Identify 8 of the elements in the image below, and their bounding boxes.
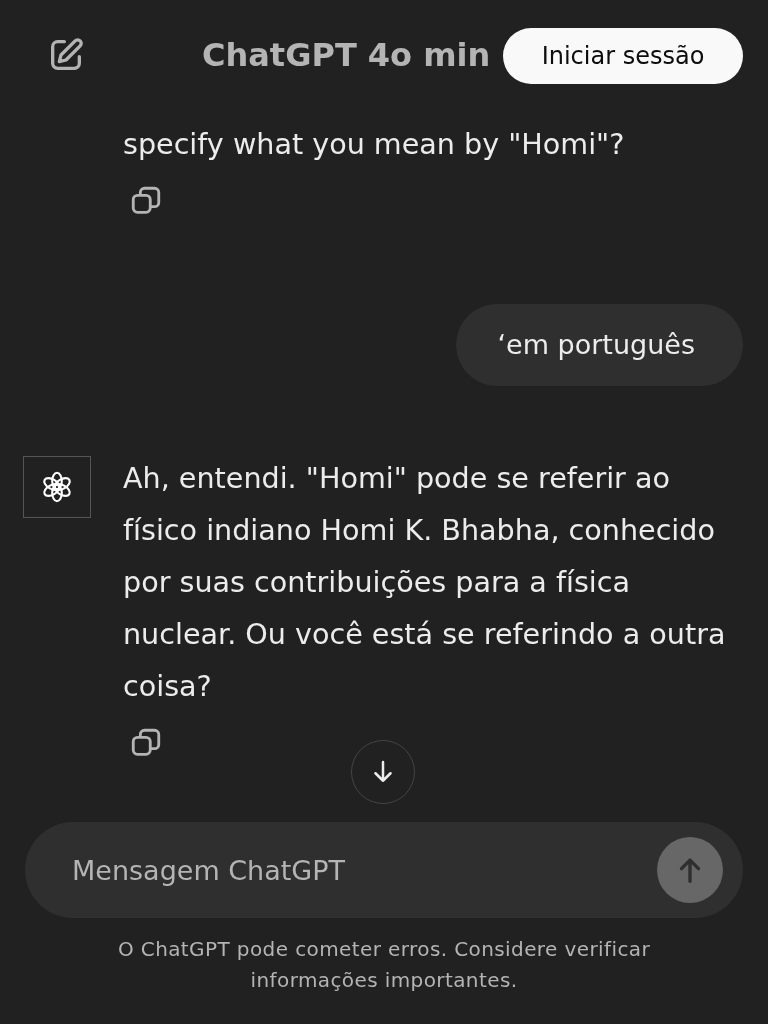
disclaimer-text: O ChatGPT pode cometer erros. Considere verificar informações importantes.	[116, 936, 652, 994]
model-title[interactable]: ChatGPT 4o min	[202, 36, 491, 74]
login-button[interactable]: Iniciar sessão	[503, 28, 743, 84]
message-input[interactable]: Mensagem ChatGPT	[70, 853, 657, 887]
assistant-message: Ah, entendi. "Homi" pode se referir ao físico indiano Homi K. Bhabha, conhecido por suas contribuições para a física nuclear. Ou você está se referindo a outra coisa?	[123, 460, 727, 705]
message-field[interactable]: Mensagem ChatGPT	[25, 822, 743, 918]
assistant-message: specify what you mean by "Homi"?	[123, 126, 626, 163]
user-message: ‘em português	[455, 304, 743, 386]
